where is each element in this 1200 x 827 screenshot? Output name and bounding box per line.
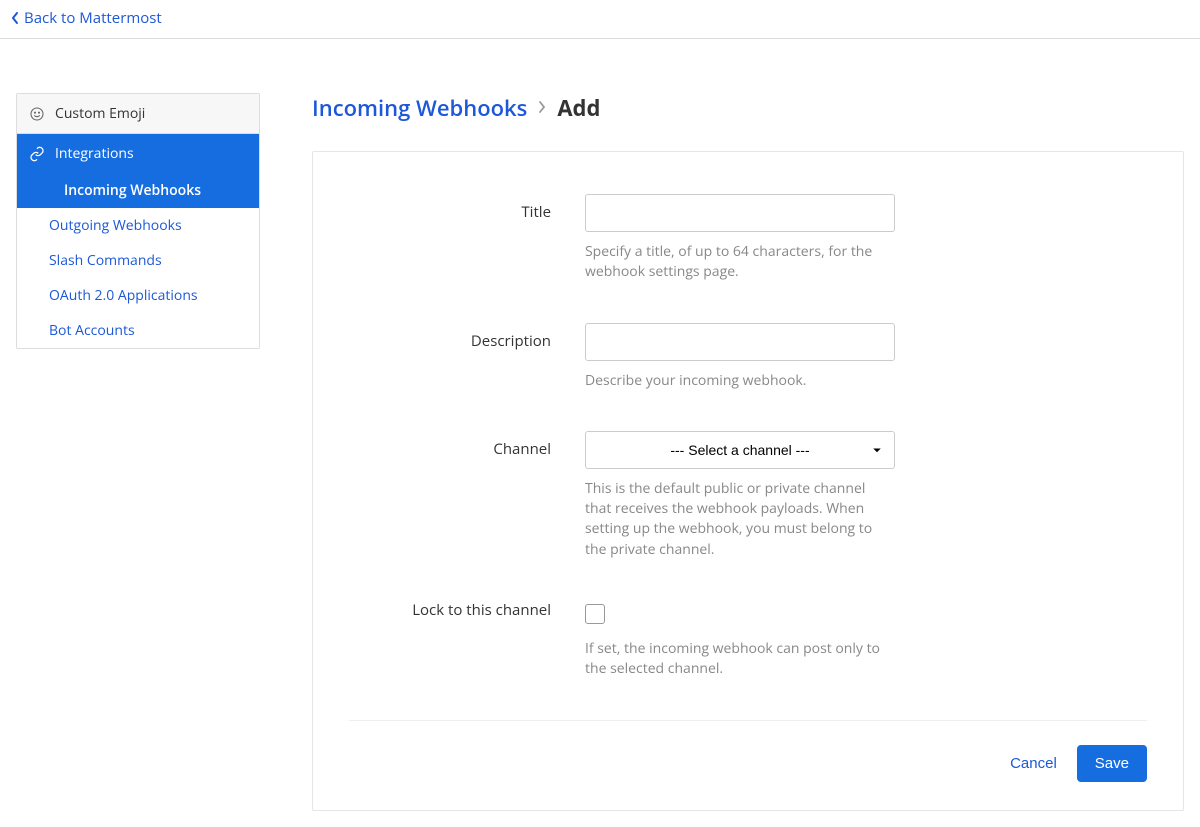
- sidebar-subitem-slash-commands[interactable]: Slash Commands: [17, 243, 259, 278]
- sidebar-item-label: OAuth 2.0 Applications: [49, 286, 198, 305]
- form-card: Title Specify a title, of up to 64 chara…: [312, 151, 1184, 811]
- title-label: Title: [349, 194, 551, 222]
- form-row-channel: Channel --- Select a channel --- This is…: [349, 431, 1147, 560]
- title-help: Specify a title, of up to 64 characters,…: [585, 242, 895, 283]
- sidebar-subitem-outgoing-webhooks[interactable]: Outgoing Webhooks: [17, 208, 259, 243]
- channel-label: Channel: [349, 431, 551, 459]
- chevron-right-icon: [537, 97, 547, 119]
- sidebar-item-integrations[interactable]: Integrations: [17, 134, 259, 173]
- smile-icon: [29, 106, 45, 122]
- main-container: Custom Emoji Integrations Incoming Webho…: [0, 39, 1200, 827]
- sidebar-subitem-incoming-webhooks[interactable]: Incoming Webhooks: [17, 173, 259, 208]
- back-link[interactable]: Back to Mattermost: [10, 8, 162, 28]
- form-actions: Cancel Save: [349, 745, 1147, 782]
- breadcrumb: Incoming Webhooks Add: [312, 93, 1184, 123]
- sidebar-item-custom-emoji[interactable]: Custom Emoji: [17, 94, 259, 134]
- sidebar-item-label: Bot Accounts: [49, 321, 135, 340]
- sidebar-item-label: Outgoing Webhooks: [49, 216, 182, 235]
- form-row-description: Description Describe your incoming webho…: [349, 323, 1147, 391]
- description-input[interactable]: [585, 323, 895, 361]
- form-row-lock: Lock to this channel If set, the incomin…: [349, 600, 1147, 680]
- description-help: Describe your incoming webhook.: [585, 371, 895, 391]
- main-content: Incoming Webhooks Add Title Specify a ti…: [312, 93, 1184, 811]
- cancel-button[interactable]: Cancel: [1004, 747, 1063, 780]
- lock-label: Lock to this channel: [349, 600, 551, 620]
- sidebar-subitem-oauth-applications[interactable]: OAuth 2.0 Applications: [17, 278, 259, 313]
- back-link-label: Back to Mattermost: [24, 8, 162, 28]
- lock-help: If set, the incoming webhook can post on…: [585, 639, 895, 680]
- chevron-left-icon: [10, 11, 20, 25]
- breadcrumb-current: Add: [557, 93, 600, 123]
- topbar: Back to Mattermost: [0, 0, 1200, 39]
- sidebar-item-label: Custom Emoji: [55, 104, 145, 123]
- channel-select[interactable]: --- Select a channel ---: [585, 431, 895, 469]
- breadcrumb-parent[interactable]: Incoming Webhooks: [312, 93, 527, 123]
- link-icon: [29, 146, 45, 162]
- lock-checkbox[interactable]: [585, 604, 605, 624]
- save-button[interactable]: Save: [1077, 745, 1147, 782]
- divider: [349, 720, 1147, 721]
- form-row-title: Title Specify a title, of up to 64 chara…: [349, 194, 1147, 283]
- sidebar-subitem-bot-accounts[interactable]: Bot Accounts: [17, 313, 259, 348]
- description-label: Description: [349, 323, 551, 351]
- channel-help: This is the default public or private ch…: [585, 479, 895, 560]
- sidebar: Custom Emoji Integrations Incoming Webho…: [16, 93, 260, 349]
- sidebar-item-label: Integrations: [55, 144, 134, 163]
- sidebar-item-label: Incoming Webhooks: [64, 181, 201, 200]
- sidebar-item-label: Slash Commands: [49, 251, 162, 270]
- title-input[interactable]: [585, 194, 895, 232]
